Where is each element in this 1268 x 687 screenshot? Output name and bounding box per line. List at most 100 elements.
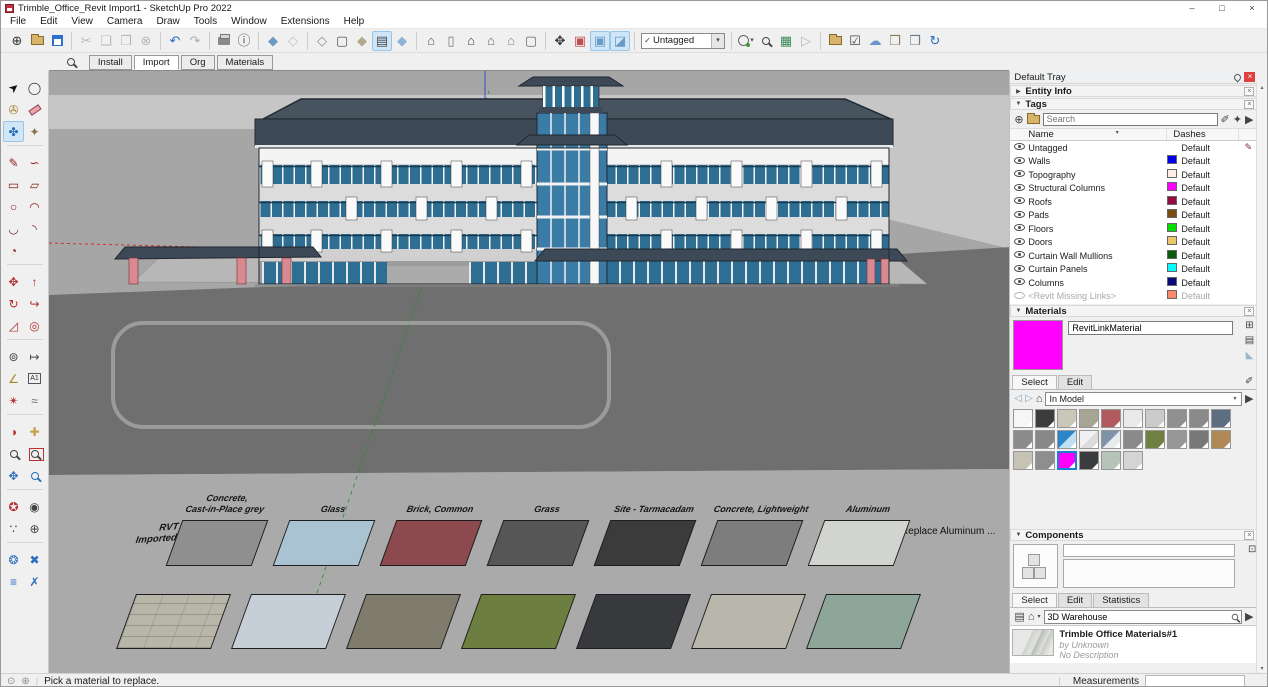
menu-camera[interactable]: Camera [100,16,150,27]
component-result-title[interactable]: Trimble Office Materials#1 [1059,629,1255,640]
protractor-tool[interactable]: ∠ [3,368,24,389]
material-sample-skp-3[interactable] [346,594,461,649]
push-pull-tool[interactable]: ↑ [24,271,45,292]
tag-row-columns[interactable]: ColumnsDefault [1010,276,1257,290]
in-model-dropdown[interactable]: In Model ▾ [1045,392,1241,406]
tag-row-curtain-wall-mullions[interactable]: Curtain Wall MullionsDefault [1010,249,1257,263]
print-icon[interactable] [214,31,234,51]
orbit-tool[interactable]: ◑ [3,421,24,442]
save-icon[interactable] [47,31,67,51]
tag-dashes[interactable]: Default [1181,224,1239,234]
menu-tools[interactable]: Tools [187,16,224,27]
tags-search-input[interactable] [1043,113,1218,126]
tag-stack-icon[interactable]: ✦ [1233,113,1242,126]
materials-tab-edit[interactable]: Edit [1058,375,1092,389]
empty-tool[interactable] [24,240,45,261]
menu-extensions[interactable]: Extensions [274,16,337,27]
tag-row-floors[interactable]: FloorsDefault [1010,222,1257,236]
paste-icon[interactable]: ❒ [116,31,136,51]
entity-info-header[interactable]: ▶ Entity Info × [1010,85,1257,97]
scale-tool[interactable]: ◿ [3,315,24,336]
tab-materials[interactable]: Materials [217,55,274,70]
material-sample-brick-common[interactable] [380,520,483,566]
component-description-box[interactable] [1063,559,1235,588]
menu-file[interactable]: File [3,16,33,27]
material-preview-swatch[interactable] [1013,320,1063,370]
material-swatch[interactable] [1035,430,1055,449]
tray-title-bar[interactable]: Default Tray × [1010,71,1257,84]
redo-icon[interactable]: ↷ [185,31,205,51]
rotate-tool[interactable]: ↻ [3,293,24,314]
warehouse-search-icon[interactable] [1232,613,1238,619]
tags-header[interactable]: ▼ Tags × [1010,98,1257,110]
add-tag-folder-icon[interactable] [1027,115,1040,124]
material-swatch[interactable] [1101,430,1121,449]
three-point-arc-tool[interactable]: ◝ [24,218,45,239]
material-swatch[interactable] [1057,451,1077,470]
components-details-arrow-icon[interactable]: ▶ [1245,610,1253,623]
tag-row-pads[interactable]: PadsDefault [1010,209,1257,223]
material-sample-concrete-cast-in-place-grey[interactable] [166,520,269,566]
material-swatch[interactable] [1189,409,1209,428]
front-view-icon[interactable]: ⌂ [461,31,481,51]
material-sample-skp-4[interactable] [461,594,576,649]
axes-tool[interactable]: ✴ [3,390,24,411]
monochrome-icon[interactable]: ◆ [392,31,412,51]
material-swatch[interactable] [1079,409,1099,428]
visibility-eye-icon[interactable] [1010,169,1028,180]
viewport-3d[interactable]: RVT Imported SKP Replace w/ ✐ Replace Al… [49,71,1009,673]
measurements-input[interactable] [1145,675,1245,687]
extension-manager-icon[interactable]: ▦ [776,31,796,51]
display-section-cuts-icon[interactable]: ◪ [610,31,630,51]
arc-tool[interactable]: ◠ [24,196,45,217]
ext-scale-tool-tool[interactable]: ❂ [3,549,24,570]
sample-paint-icon[interactable]: ◣ [1242,350,1256,365]
material-swatch[interactable] [1079,430,1099,449]
tag-row-structural-columns[interactable]: Structural ColumnsDefault [1010,182,1257,196]
hidden-line-icon[interactable]: ▢ [332,31,352,51]
x-ray-icon[interactable]: ◆ [263,31,283,51]
walk-tool[interactable]: ∵ [3,518,24,539]
components-tab-select[interactable]: Select [1012,593,1056,607]
iso-view-icon[interactable]: ⌂ [421,31,441,51]
tag-tool[interactable]: ✦ [24,121,45,142]
material-sample-aluminum[interactable] [808,520,911,566]
visibility-eye-icon[interactable] [1010,250,1028,261]
ext-layers-tool[interactable]: ≡ [3,571,24,592]
scroll-down-icon[interactable]: ▾ [1257,665,1267,672]
paint-bucket-tool[interactable]: ✇ [3,99,24,120]
ext-flip-tool[interactable]: ✖ [24,549,45,570]
refresh-icon[interactable]: ↻ [925,31,945,51]
menu-view[interactable]: View [64,16,100,27]
look-around-tool[interactable]: ◉ [24,496,45,517]
compass-tool[interactable]: ⊕ [24,518,45,539]
geolocation-icon[interactable]: ⊙ [7,676,15,687]
dashes-column-header[interactable]: Dashes [1167,129,1239,140]
tag-color-swatch[interactable] [1167,290,1181,302]
material-replacer-tool[interactable]: ✤ [3,121,24,142]
scroll-up-icon[interactable]: ▴ [1261,85,1264,91]
view-options-icon[interactable]: ▤ [1014,610,1024,623]
material-swatch[interactable] [1013,451,1033,470]
material-sample-grass[interactable] [487,520,590,566]
tag-color-swatch[interactable] [1167,155,1181,167]
text-tool[interactable]: A1 [24,368,45,389]
tags-details-arrow-icon[interactable]: ▶ [1245,113,1253,126]
tray-scrollbar[interactable]: ▴ ▾ [1256,84,1267,673]
warehouse-search-input[interactable] [1044,610,1242,624]
entity-info-close-icon[interactable]: × [1244,87,1254,96]
dimensions-tool[interactable]: ↦ [24,346,45,367]
material-swatch[interactable] [1211,430,1231,449]
material-swatch[interactable] [1167,430,1187,449]
open-icon[interactable] [27,31,47,51]
tag-color-swatch[interactable] [1167,169,1181,181]
add-tag-icon[interactable]: ⊕ [1014,113,1023,126]
material-swatch[interactable] [1013,430,1033,449]
search-icon[interactable] [756,31,776,51]
pin-icon[interactable] [1233,72,1243,82]
credits-icon[interactable]: ⊕ [21,676,29,687]
paint-disabled-icon[interactable]: ▷ [796,31,816,51]
texture-painter-icon[interactable]: ▤ [1242,335,1256,350]
shaded-with-textures-icon[interactable]: ▤ [372,31,392,51]
visibility-eye-icon[interactable] [1010,196,1028,207]
